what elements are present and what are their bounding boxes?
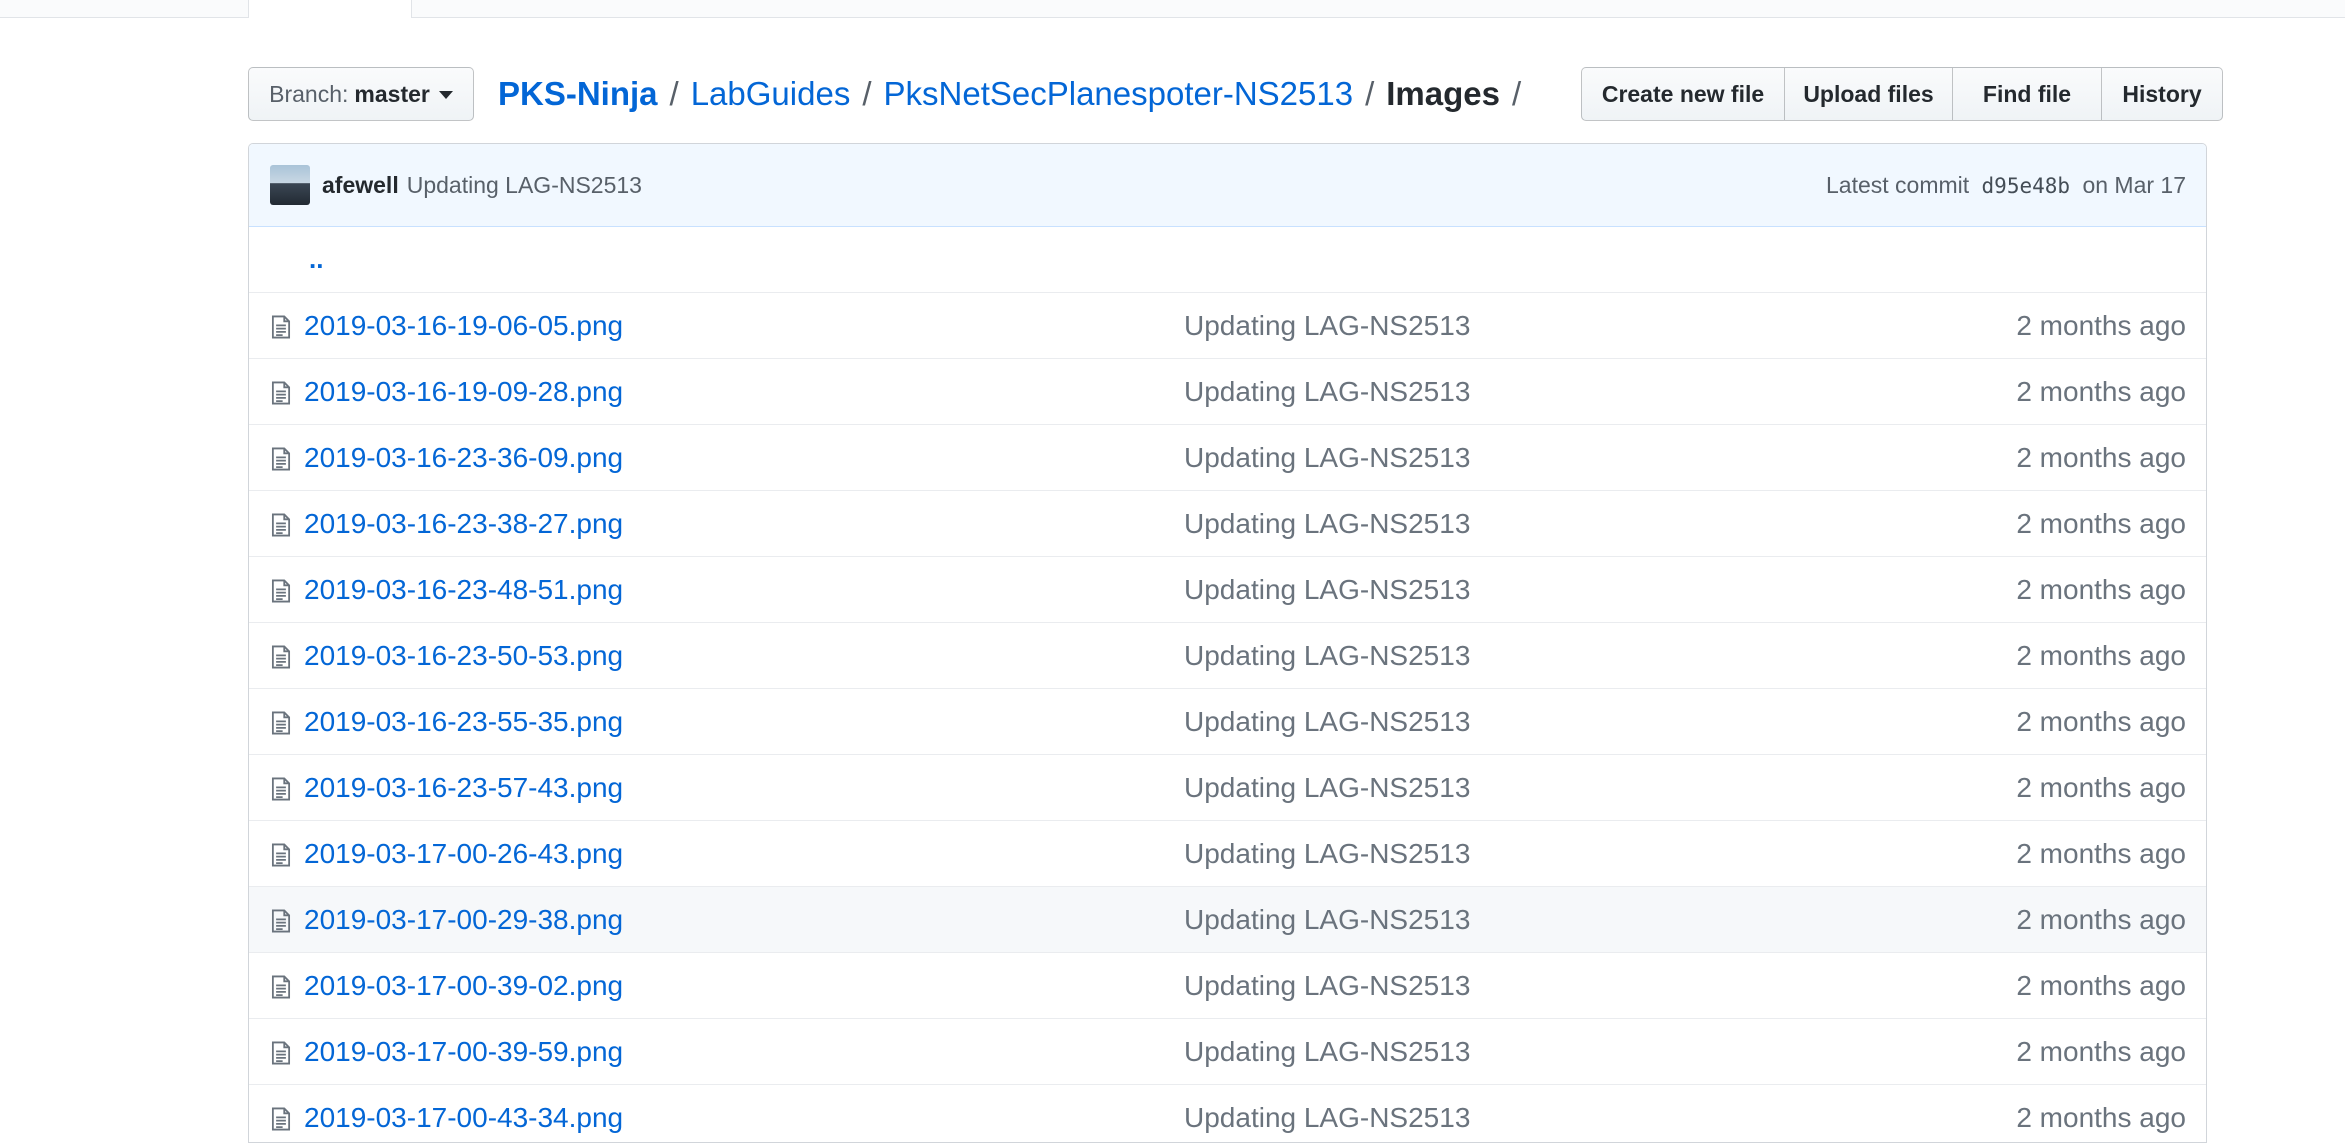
file-icon	[268, 710, 294, 736]
file-commit-message-link[interactable]: Updating LAG-NS2513	[1184, 310, 1470, 342]
file-commit-message-link[interactable]: Updating LAG-NS2513	[1184, 376, 1470, 408]
file-commit-message-link[interactable]: Updating LAG-NS2513	[1184, 772, 1470, 804]
file-commit-message-link[interactable]: Updating LAG-NS2513	[1184, 508, 1470, 540]
file-commit-message-link[interactable]: Updating LAG-NS2513	[1184, 970, 1470, 1002]
breadcrumb-repo-link[interactable]: PKS-Ninja	[498, 75, 658, 113]
file-icon	[268, 776, 294, 802]
branch-name: master	[354, 80, 430, 107]
table-row: 2019-03-17-00-26-43.png Updating LAG-NS25…	[249, 821, 2206, 887]
breadcrumb-separator: /	[1512, 75, 1522, 112]
file-commit-message-link[interactable]: Updating LAG-NS2513	[1184, 574, 1470, 606]
commit-sha[interactable]: d95e48b	[1982, 174, 2071, 198]
repo-nav-strip	[0, 0, 2345, 18]
create-new-file-button[interactable]: Create new file	[1581, 67, 1785, 121]
file-icon	[268, 314, 294, 340]
file-table: afewell Updating LAG-NS2513 Latest commi…	[248, 143, 2207, 1143]
latest-commit: Latest commit d95e48b on Mar 17	[1826, 172, 2186, 199]
file-age: 2 months ago	[2016, 1035, 2186, 1067]
avatar[interactable]	[270, 165, 310, 205]
breadcrumb-separator: /	[862, 75, 872, 112]
table-row: 2019-03-16-19-09-28.png Updating LAG-NS25…	[249, 359, 2206, 425]
file-age: 2 months ago	[2016, 375, 2186, 407]
find-file-button[interactable]: Find file	[1952, 67, 2102, 121]
file-commit-message-link[interactable]: Updating LAG-NS2513	[1184, 838, 1470, 870]
file-commit-message-link[interactable]: Updating LAG-NS2513	[1184, 640, 1470, 672]
file-name-link[interactable]: 2019-03-16-23-50-53.png	[304, 640, 623, 672]
breadcrumb-separator: /	[1365, 75, 1375, 112]
file-name-link[interactable]: 2019-03-16-23-55-35.png	[304, 706, 623, 738]
file-name-link[interactable]: 2019-03-16-19-09-28.png	[304, 376, 623, 408]
file-icon	[268, 842, 294, 868]
file-name-link[interactable]: 2019-03-16-23-38-27.png	[304, 508, 623, 540]
repo-nav-tab-selected[interactable]	[248, 0, 412, 18]
table-row: 2019-03-16-19-06-05.png Updating LAG-NS25…	[249, 293, 2206, 359]
file-name-link[interactable]: 2019-03-17-00-39-02.png	[304, 970, 623, 1002]
commit-date: on Mar 17	[2082, 171, 2186, 198]
file-age: 2 months ago	[2016, 1101, 2186, 1133]
table-row: 2019-03-17-00-39-59.png Updating LAG-NS25…	[249, 1019, 2206, 1085]
file-rows: 2019-03-16-19-06-05.png Updating LAG-NS25…	[249, 293, 2206, 1142]
file-commit-message-link[interactable]: Updating LAG-NS2513	[1184, 1036, 1470, 1068]
table-row: 2019-03-17-00-39-02.png Updating LAG-NS25…	[249, 953, 2206, 1019]
file-icon	[268, 908, 294, 934]
file-icon	[268, 974, 294, 1000]
file-age: 2 months ago	[2016, 705, 2186, 737]
commit-message[interactable]: Updating LAG-NS2513	[407, 172, 642, 199]
file-age: 2 months ago	[2016, 837, 2186, 869]
commit-tease: afewell Updating LAG-NS2513 Latest commi…	[249, 144, 2206, 227]
file-icon	[268, 644, 294, 670]
file-age: 2 months ago	[2016, 441, 2186, 473]
upload-files-button[interactable]: Upload files	[1784, 67, 1953, 121]
file-commit-message-link[interactable]: Updating LAG-NS2513	[1184, 442, 1470, 474]
file-icon	[268, 446, 294, 472]
breadcrumb-labguides-link[interactable]: LabGuides	[691, 75, 851, 113]
breadcrumb: PKS-Ninja / LabGuides / PksNetSecPlanesp…	[498, 68, 1533, 120]
table-row: 2019-03-16-23-50-53.png Updating LAG-NS25…	[249, 623, 2206, 689]
table-row: 2019-03-17-00-29-38.png Updating LAG-NS25…	[249, 887, 2206, 953]
breadcrumb-separator: /	[669, 75, 679, 112]
branch-select-button[interactable]: Branch: master	[248, 67, 474, 121]
table-row: 2019-03-16-23-36-09.png Updating LAG-NS25…	[249, 425, 2206, 491]
file-name-link[interactable]: 2019-03-17-00-43-34.png	[304, 1102, 623, 1134]
table-row: 2019-03-17-00-43-34.png Updating LAG-NS25…	[249, 1085, 2206, 1142]
file-commit-message-link[interactable]: Updating LAG-NS2513	[1184, 706, 1470, 738]
file-name-link[interactable]: 2019-03-16-23-48-51.png	[304, 574, 623, 606]
branch-label: Branch:	[269, 80, 349, 107]
file-icon	[268, 380, 294, 406]
file-age: 2 months ago	[2016, 309, 2186, 341]
file-icon	[268, 1106, 294, 1132]
file-name-link[interactable]: 2019-03-16-23-36-09.png	[304, 442, 623, 474]
file-actions: Create new file Upload files Find file H…	[1581, 67, 2223, 121]
file-name-link[interactable]: 2019-03-17-00-29-38.png	[304, 904, 623, 936]
file-name-link[interactable]: 2019-03-16-19-06-05.png	[304, 310, 623, 342]
file-name-link[interactable]: 2019-03-17-00-26-43.png	[304, 838, 623, 870]
file-age: 2 months ago	[2016, 969, 2186, 1001]
file-name-link[interactable]: 2019-03-16-23-57-43.png	[304, 772, 623, 804]
table-row: 2019-03-16-23-57-43.png Updating LAG-NS25…	[249, 755, 2206, 821]
file-age: 2 months ago	[2016, 639, 2186, 671]
file-icon	[268, 1040, 294, 1066]
table-row: 2019-03-16-23-38-27.png Updating LAG-NS25…	[249, 491, 2206, 557]
latest-commit-label: Latest commit	[1825, 171, 1970, 198]
table-row: 2019-03-16-23-48-51.png Updating LAG-NS25…	[249, 557, 2206, 623]
file-icon	[268, 578, 294, 604]
file-commit-message-link[interactable]: Updating LAG-NS2513	[1184, 1102, 1470, 1134]
table-row: 2019-03-16-23-55-35.png Updating LAG-NS25…	[249, 689, 2206, 755]
file-age: 2 months ago	[2016, 771, 2186, 803]
file-age: 2 months ago	[2016, 573, 2186, 605]
breadcrumb-folder-link[interactable]: PksNetSecPlanespoter-NS2513	[884, 75, 1354, 113]
file-icon	[268, 512, 294, 538]
parent-directory-link[interactable]: ..	[309, 244, 323, 275]
caret-down-icon	[438, 91, 453, 99]
breadcrumb-current: Images	[1386, 75, 1500, 112]
history-button[interactable]: History	[2101, 67, 2223, 121]
file-commit-message-link[interactable]: Updating LAG-NS2513	[1184, 904, 1470, 936]
commit-author[interactable]: afewell	[322, 172, 399, 199]
file-age: 2 months ago	[2016, 507, 2186, 539]
file-age: 2 months ago	[2016, 903, 2186, 935]
file-name-link[interactable]: 2019-03-17-00-39-59.png	[304, 1036, 623, 1068]
parent-directory-row: ..	[249, 227, 2206, 293]
